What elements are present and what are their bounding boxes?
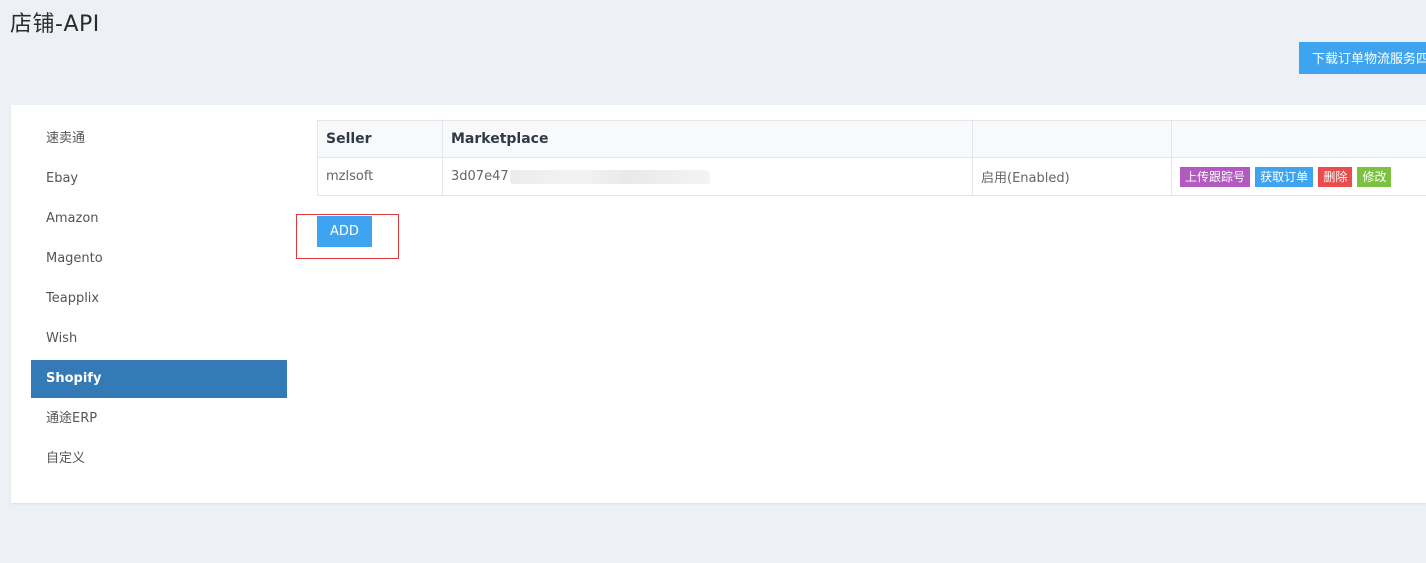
column-header-seller: Seller bbox=[317, 120, 443, 158]
column-header-marketplace: Marketplace bbox=[442, 120, 973, 158]
sidebar-item-wish[interactable]: Wish bbox=[31, 319, 287, 359]
sidebar-item-shopify[interactable]: Shopify bbox=[31, 360, 287, 398]
page-title: 店铺-API bbox=[10, 12, 100, 37]
marketplace-value: 3d07e47 bbox=[451, 169, 509, 184]
redaction-blur bbox=[509, 169, 710, 184]
column-header-actions bbox=[1171, 120, 1426, 158]
edit-button[interactable]: 修改 bbox=[1357, 166, 1392, 187]
download-order-logistics-button[interactable]: 下载订单物流服务四 bbox=[1299, 42, 1426, 74]
column-header-status bbox=[972, 120, 1172, 158]
sidebar-item-teapplix[interactable]: Teapplix bbox=[31, 279, 287, 319]
actions-cell: 上传跟踪号 获取订单 删除 修改 bbox=[1171, 157, 1426, 196]
seller-cell: mzlsoft bbox=[317, 157, 443, 196]
table-header-row: Seller Marketplace bbox=[317, 120, 1426, 158]
status-cell: 启用(Enabled) bbox=[972, 157, 1172, 196]
upload-tracking-button[interactable]: 上传跟踪号 bbox=[1180, 166, 1251, 187]
sidebar-item-amazon[interactable]: Amazon bbox=[31, 199, 287, 239]
sidebar-item-tongtu-erp[interactable]: 通途ERP bbox=[31, 399, 287, 439]
store-table: Seller Marketplace mzlsoft 3d07e47 启用(En… bbox=[317, 120, 1426, 196]
sidebar-item-aliexpress[interactable]: 速卖通 bbox=[31, 119, 287, 159]
table-row: mzlsoft 3d07e47 启用(Enabled) 上传跟踪号 获取订单 删… bbox=[317, 157, 1426, 196]
fetch-orders-button[interactable]: 获取订单 bbox=[1255, 166, 1314, 187]
sidebar-item-custom[interactable]: 自定义 bbox=[31, 439, 287, 479]
store-type-sidebar: 速卖通 Ebay Amazon Magento Teapplix Wish Sh… bbox=[31, 119, 287, 479]
delete-button[interactable]: 删除 bbox=[1318, 166, 1353, 187]
add-button[interactable]: ADD bbox=[317, 216, 372, 247]
sidebar-item-ebay[interactable]: Ebay bbox=[31, 159, 287, 199]
marketplace-cell: 3d07e47 bbox=[442, 157, 973, 196]
main-panel: 速卖通 Ebay Amazon Magento Teapplix Wish Sh… bbox=[11, 105, 1426, 503]
sidebar-item-magento[interactable]: Magento bbox=[31, 239, 287, 279]
